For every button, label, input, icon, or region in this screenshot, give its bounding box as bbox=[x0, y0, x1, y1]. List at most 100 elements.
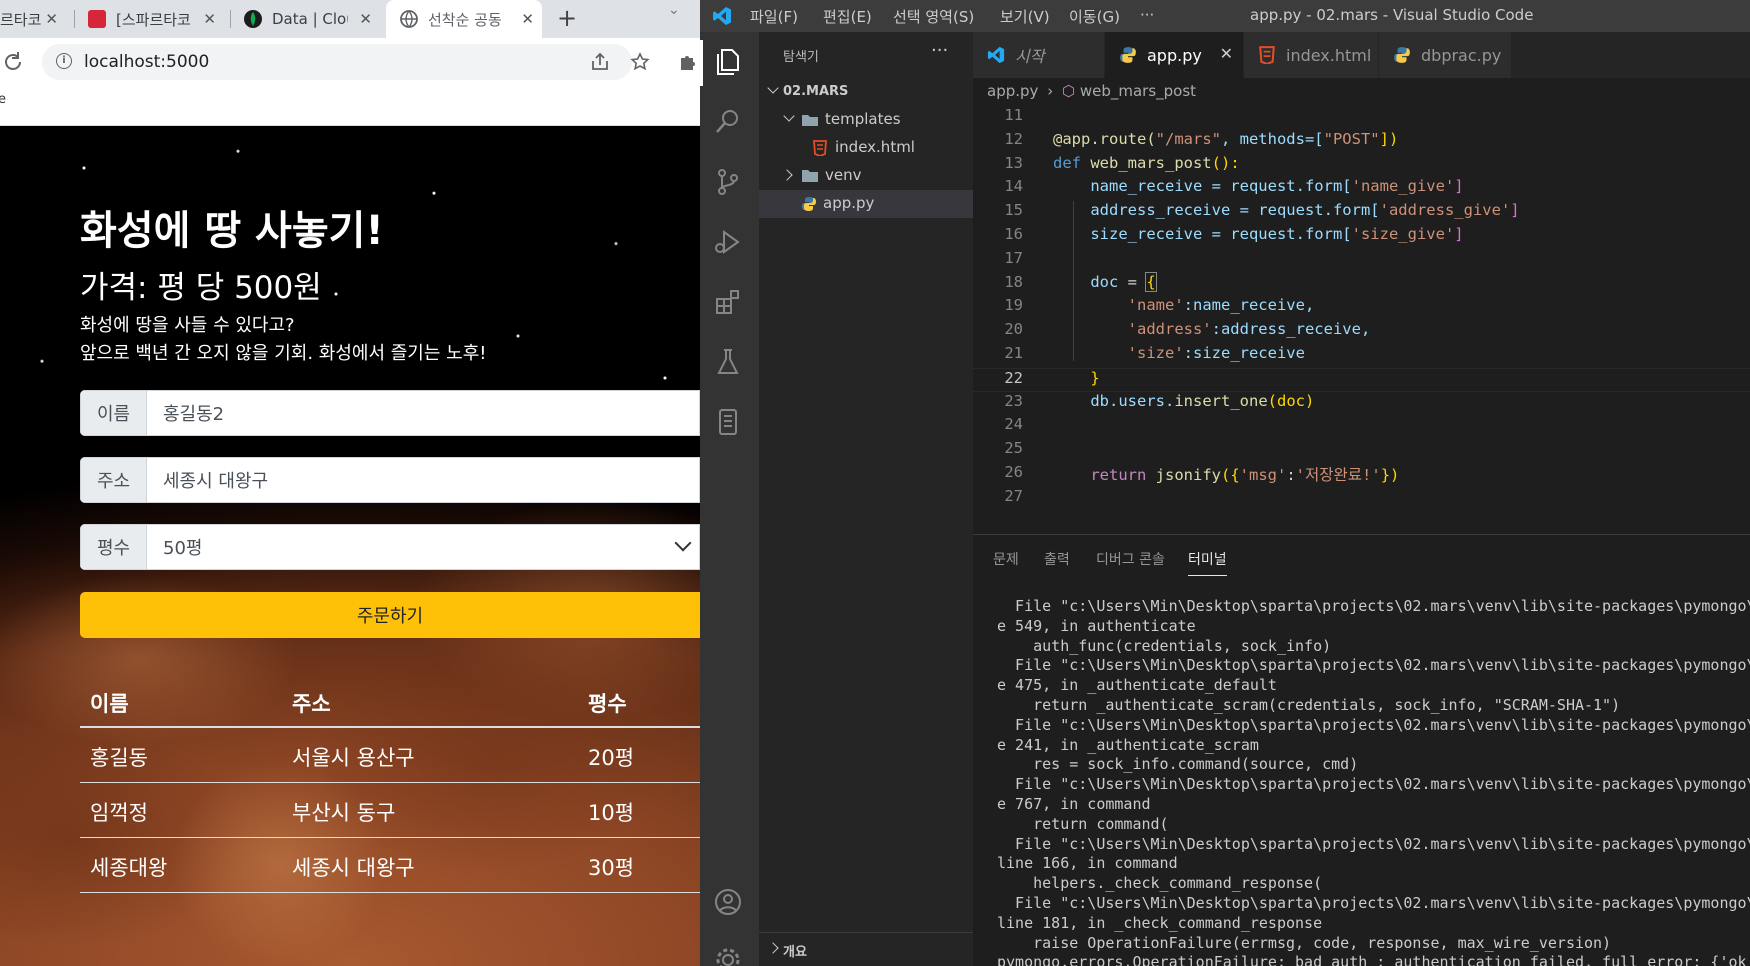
table-header-row: 이름 주소 평수 bbox=[80, 680, 700, 728]
size-label: 평수 bbox=[80, 524, 147, 570]
code-line: 16 size_receive = request.form['size_giv… bbox=[973, 225, 1750, 249]
code-line: 15 address_receive = request.form['addre… bbox=[973, 201, 1750, 225]
line-number: 12 bbox=[1004, 129, 1023, 148]
browser-tab-1[interactable]: 르타코 ✕ bbox=[0, 0, 62, 38]
close-icon[interactable]: ✕ bbox=[359, 10, 372, 28]
html5-file-icon bbox=[1259, 46, 1275, 64]
tab-search-chevron-icon[interactable]: ⌄ bbox=[668, 2, 680, 18]
run-debug-icon[interactable] bbox=[712, 226, 744, 258]
browser-tab-2[interactable]: [스파르타코 ✕ bbox=[88, 0, 224, 38]
browser-tab-3[interactable]: Data | Clou ✕ bbox=[244, 0, 380, 38]
table-cell: 20평 bbox=[588, 746, 635, 770]
editor-tab-index-html[interactable]: index.html bbox=[1244, 32, 1378, 78]
chevron-down-icon bbox=[783, 110, 795, 122]
extensions-icon[interactable] bbox=[712, 286, 744, 318]
terminal-output[interactable]: File "c:\Users\Min\Desktop\sparta\projec… bbox=[997, 597, 1750, 966]
menu-more[interactable]: ··· bbox=[1140, 6, 1154, 24]
order-button[interactable]: 주문하기 bbox=[80, 592, 700, 638]
line-number: 11 bbox=[1004, 106, 1023, 124]
code-line: 20 'address':address_receive, bbox=[973, 320, 1750, 344]
description-line-1: 화성에 땅을 사들 수 있다고? bbox=[80, 315, 295, 336]
editor-tab-bar: 시작 app.py ✕ index.html dbprac.py bbox=[973, 32, 1750, 78]
menu-file[interactable]: 파일(F) bbox=[750, 6, 798, 27]
menu-view[interactable]: 보기(V) bbox=[1000, 6, 1050, 27]
remote-explorer-icon[interactable] bbox=[712, 406, 744, 438]
menu-go[interactable]: 이동(G) bbox=[1069, 6, 1120, 27]
explorer-files-icon[interactable] bbox=[712, 46, 744, 78]
code-line: 24 bbox=[973, 415, 1750, 439]
table-cell: 서울시 용산구 bbox=[292, 746, 415, 770]
code-editor[interactable]: 11 12 @app.route("/mars", methods=["POST"… bbox=[973, 106, 1750, 534]
code-line: 11 bbox=[973, 106, 1750, 130]
size-select[interactable]: 50평 bbox=[147, 524, 700, 570]
close-icon[interactable]: ✕ bbox=[203, 10, 216, 28]
breadcrumb-separator: › bbox=[1047, 82, 1054, 100]
outline-title: 개요 bbox=[783, 945, 807, 960]
tree-file-app-py[interactable]: app.py bbox=[759, 190, 973, 218]
description-line-2: 앞으로 백년 간 오지 않을 기회. 화성에서 즐기는 노후! bbox=[80, 343, 487, 364]
reload-icon[interactable] bbox=[2, 51, 24, 73]
terminal-line: return command( bbox=[997, 814, 1169, 833]
python-file-icon bbox=[802, 197, 816, 211]
editor-tab-welcome[interactable]: 시작 bbox=[973, 32, 1104, 78]
tree-file-index-html[interactable]: index.html bbox=[759, 134, 973, 162]
url-text[interactable]: localhost:5000 bbox=[84, 52, 209, 72]
panel-tab-terminal[interactable]: 터미널 bbox=[1188, 549, 1227, 576]
more-actions-icon[interactable]: ··· bbox=[931, 40, 948, 61]
menu-selection[interactable]: 선택 영역(S) bbox=[893, 6, 974, 27]
size-select-value: 50평 bbox=[163, 538, 203, 559]
browser-tab-2-title: [스파르타코 bbox=[116, 10, 191, 29]
address-input[interactable]: 세종시 대왕구 bbox=[147, 457, 700, 503]
terminal-line: File "c:\Users\Min\Desktop\sparta\projec… bbox=[997, 597, 1750, 615]
line-number: 18 bbox=[1004, 272, 1023, 291]
address-bar[interactable]: i localhost:5000 bbox=[42, 44, 650, 80]
panel-tab-output[interactable]: 출력 bbox=[1044, 549, 1070, 569]
close-icon[interactable]: ✕ bbox=[1220, 44, 1233, 63]
panel-tab-problems[interactable]: 문제 bbox=[993, 549, 1019, 569]
breadcrumb-symbol[interactable]: web_mars_post bbox=[1080, 82, 1196, 100]
search-icon[interactable] bbox=[712, 106, 744, 138]
account-icon[interactable] bbox=[712, 886, 744, 918]
terminal-line: e 767, in command bbox=[997, 794, 1151, 813]
tree-folder-templates[interactable]: templates bbox=[759, 106, 973, 134]
browser-tab-4-active[interactable]: 선착순 공동 ✕ bbox=[386, 0, 542, 38]
editor-tab-dbprac-py[interactable]: dbprac.py bbox=[1379, 32, 1511, 78]
breadcrumb: app.py › ⬡ web_mars_post bbox=[987, 82, 1196, 100]
testing-flask-icon[interactable] bbox=[712, 346, 744, 378]
bottom-panel: 문제 출력 디버그 콘솔 터미널 File "c:\Users\Min\Desk… bbox=[973, 534, 1750, 966]
browser-tab-3-title: Data | Clou bbox=[272, 10, 348, 28]
bookmark-item[interactable]: e bbox=[0, 92, 6, 107]
tree-folder-venv[interactable]: venv bbox=[759, 162, 973, 190]
vscode-title-bar: 파일(F) 편집(E) 선택 영역(S) 보기(V) 이동(G) ··· app… bbox=[700, 0, 1750, 32]
editor-tab-app-py[interactable]: app.py ✕ bbox=[1105, 32, 1243, 78]
browser-window: 르타코 ✕ [스파르타코 ✕ Data | Clou ✕ 선착순 공동 ✕ + … bbox=[0, 0, 700, 966]
venv-folder-name: venv bbox=[825, 166, 862, 184]
bookmark-star-icon[interactable] bbox=[630, 52, 650, 72]
new-tab-button[interactable]: + bbox=[557, 4, 577, 32]
editor-tab-label: index.html bbox=[1286, 45, 1372, 65]
terminal-line: raise OperationFailure(errmsg, code, res… bbox=[997, 933, 1612, 952]
browser-toolbar: i localhost:5000 bbox=[0, 38, 700, 86]
menu-edit[interactable]: 편집(E) bbox=[823, 6, 872, 27]
outline-section[interactable]: 개요 bbox=[759, 932, 973, 966]
code-line: 23 db.users.insert_one(doc) bbox=[973, 392, 1750, 416]
breadcrumb-file[interactable]: app.py bbox=[987, 82, 1038, 100]
terminal-line: e 241, in _authenticate_scram bbox=[997, 735, 1259, 754]
name-input[interactable]: 홍길동2 bbox=[147, 390, 700, 436]
close-icon[interactable]: ✕ bbox=[521, 10, 534, 28]
table-row: 세종대왕 세종시 대왕구 30평 bbox=[80, 838, 700, 893]
line-number: 22 bbox=[1004, 368, 1023, 387]
share-icon[interactable] bbox=[590, 52, 610, 72]
extensions-puzzle-icon[interactable] bbox=[678, 52, 698, 72]
close-icon[interactable]: ✕ bbox=[45, 10, 58, 28]
sparta-favicon-icon bbox=[88, 10, 106, 28]
explorer-sidebar: 탐색기 ··· 02.MARS templates index.html ven… bbox=[759, 32, 973, 966]
tree-root-folder[interactable]: 02.MARS bbox=[759, 78, 973, 106]
code-line: 19 'name':name_receive, bbox=[973, 296, 1750, 320]
line-number: 21 bbox=[1004, 343, 1023, 362]
settings-gear-icon[interactable] bbox=[712, 944, 744, 966]
panel-tab-debug-console[interactable]: 디버그 콘솔 bbox=[1096, 549, 1165, 569]
source-control-icon[interactable] bbox=[712, 166, 744, 198]
site-info-icon[interactable]: i bbox=[56, 53, 72, 69]
address-input-group: 주소 세종시 대왕구 bbox=[80, 457, 700, 503]
